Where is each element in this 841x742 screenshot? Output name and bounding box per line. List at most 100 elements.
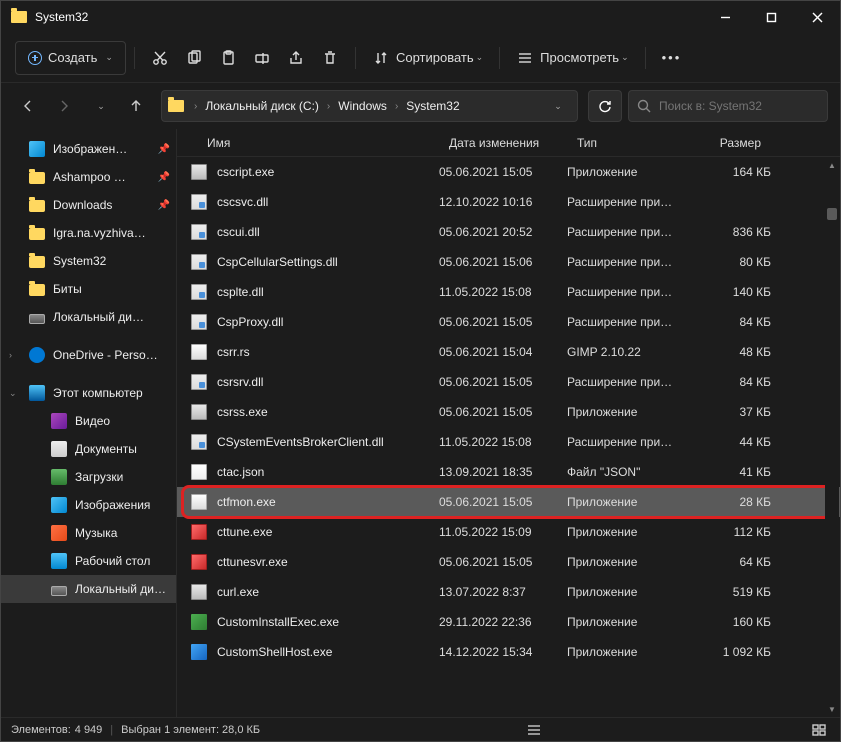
- copy-button[interactable]: [177, 41, 211, 75]
- sidebar-item[interactable]: › OneDrive - Perso…: [1, 341, 176, 369]
- cut-button[interactable]: [143, 41, 177, 75]
- sidebar: Изображен…📌 Ashampoo … 📌 Downloads📌Igra.na.…: [1, 129, 177, 717]
- sidebar-item[interactable]: Downloads📌: [1, 191, 176, 219]
- item-label: Биты: [53, 282, 82, 296]
- file-row[interactable]: curl.exe13.07.2022 8:37Приложение519 КБ: [177, 577, 840, 607]
- copy-icon: [185, 49, 203, 67]
- sidebar-item[interactable]: Рабочий стол: [1, 547, 176, 575]
- create-button[interactable]: Создать ⌄: [15, 41, 126, 75]
- file-row[interactable]: cscui.dll05.06.2021 20:52Расширение при……: [177, 217, 840, 247]
- file-size: 140 КБ: [695, 285, 771, 299]
- file-type: Расширение при…: [567, 375, 695, 389]
- file-row[interactable]: csplte.dll11.05.2022 15:08Расширение при…: [177, 277, 840, 307]
- sidebar-item[interactable]: Музыка: [1, 519, 176, 547]
- file-row[interactable]: CSystemEventsBrokerClient.dll11.05.2022 …: [177, 427, 840, 457]
- scroll-up-button[interactable]: ▲: [825, 157, 839, 173]
- file-list[interactable]: cscript.exe05.06.2021 15:05Приложение164…: [177, 157, 840, 717]
- up-button[interactable]: [121, 91, 151, 121]
- file-name: CspCellularSettings.dll: [217, 255, 439, 269]
- close-button[interactable]: [794, 1, 840, 33]
- minimize-button[interactable]: [702, 1, 748, 33]
- file-row[interactable]: ctac.json13.09.2021 18:35Файл "JSON"41 К…: [177, 457, 840, 487]
- file-name: curl.exe: [217, 585, 439, 599]
- file-row[interactable]: CspCellularSettings.dll05.06.2021 15:06Р…: [177, 247, 840, 277]
- item-icon: [29, 228, 45, 240]
- view-button[interactable]: Просмотреть ⌄: [508, 41, 636, 75]
- back-button[interactable]: [13, 91, 43, 121]
- scissors-icon: [151, 49, 169, 67]
- pin-icon: 📌: [158, 172, 170, 183]
- breadcrumb[interactable]: Локальный диск (C:): [201, 97, 323, 115]
- pin-icon: 📌: [158, 144, 170, 155]
- sidebar-item[interactable]: ⌄Этот компьютер: [1, 379, 176, 407]
- col-date[interactable]: Дата изменения: [439, 129, 567, 156]
- breadcrumb[interactable]: Windows: [334, 97, 391, 115]
- titlebar[interactable]: System32: [1, 1, 840, 33]
- file-row[interactable]: cttune.exe11.05.2022 15:09Приложение112 …: [177, 517, 840, 547]
- rename-button[interactable]: [245, 41, 279, 75]
- file-row[interactable]: ctfmon.exe05.06.2021 15:05Приложение28 К…: [177, 487, 840, 517]
- sidebar-item[interactable]: Изображен…📌: [1, 135, 176, 163]
- sidebar-item[interactable]: Изображения: [1, 491, 176, 519]
- file-row[interactable]: csrr.rs05.06.2021 15:04GIMP 2.10.2248 КБ: [177, 337, 840, 367]
- sidebar-item[interactable]: Локальный ди…: [1, 303, 176, 331]
- sort-button[interactable]: Сортировать ⌄: [364, 41, 491, 75]
- col-size[interactable]: Размер: [695, 129, 771, 156]
- breadcrumb[interactable]: System32: [402, 97, 463, 115]
- scroll-thumb[interactable]: [827, 208, 837, 220]
- file-row[interactable]: csrss.exe05.06.2021 15:05Приложение37 КБ: [177, 397, 840, 427]
- scroll-track[interactable]: [825, 173, 839, 701]
- file-date: 05.06.2021 15:05: [439, 555, 567, 569]
- file-size: 84 КБ: [695, 375, 771, 389]
- file-date: 05.06.2021 15:04: [439, 345, 567, 359]
- col-type[interactable]: Тип: [567, 129, 695, 156]
- item-label: OneDrive - Perso…: [53, 348, 158, 362]
- sidebar-item[interactable]: Видео: [1, 407, 176, 435]
- scrollbar[interactable]: ▲ ▼: [825, 157, 839, 717]
- recent-button[interactable]: ⌄: [85, 91, 115, 121]
- sidebar-item[interactable]: Документы: [1, 435, 176, 463]
- expand-icon[interactable]: ›: [9, 350, 12, 360]
- thumbnails-view-button[interactable]: [808, 721, 830, 739]
- item-label: Ashampoo …: [53, 170, 126, 184]
- expand-icon[interactable]: ⌄: [9, 388, 17, 399]
- refresh-button[interactable]: [588, 90, 622, 122]
- navbar: ⌄ › Локальный диск (C:) › Windows › Syst…: [1, 83, 840, 129]
- sidebar-item[interactable]: Локальный ди…: [1, 575, 176, 603]
- file-row[interactable]: CspProxy.dll05.06.2021 15:05Расширение п…: [177, 307, 840, 337]
- file-type: Расширение при…: [567, 255, 695, 269]
- file-row[interactable]: csrsrv.dll05.06.2021 15:05Расширение при…: [177, 367, 840, 397]
- address-bar[interactable]: › Локальный диск (C:) › Windows › System…: [161, 90, 578, 122]
- item-icon: [29, 200, 45, 212]
- selection-info: Выбран 1 элемент: 28,0 КБ: [121, 724, 260, 736]
- address-dropdown[interactable]: ⌄: [543, 92, 571, 120]
- sidebar-item[interactable]: System32: [1, 247, 176, 275]
- file-row[interactable]: cscsvc.dll12.10.2022 10:16Расширение при…: [177, 187, 840, 217]
- file-row[interactable]: CustomInstallExec.exe29.11.2022 22:36При…: [177, 607, 840, 637]
- more-button[interactable]: •••: [654, 41, 690, 75]
- file-row[interactable]: cscript.exe05.06.2021 15:05Приложение164…: [177, 157, 840, 187]
- sidebar-item[interactable]: Биты: [1, 275, 176, 303]
- sidebar-item[interactable]: Загрузки: [1, 463, 176, 491]
- file-icon: [191, 584, 207, 600]
- col-name[interactable]: Имя: [177, 129, 439, 156]
- file-row[interactable]: cttunesvr.exe05.06.2021 15:05Приложение6…: [177, 547, 840, 577]
- search-box[interactable]: [628, 90, 828, 122]
- maximize-button[interactable]: [748, 1, 794, 33]
- search-input[interactable]: [659, 99, 819, 113]
- file-row[interactable]: CustomShellHost.exe14.12.2022 15:34Прило…: [177, 637, 840, 667]
- file-type: Расширение при…: [567, 225, 695, 239]
- forward-button[interactable]: [49, 91, 79, 121]
- file-size: 112 КБ: [695, 525, 771, 539]
- folder-icon: [168, 100, 184, 112]
- file-icon: [191, 494, 207, 510]
- details-view-button[interactable]: [523, 721, 545, 739]
- sidebar-item[interactable]: Igra.na.vyzhiva…: [1, 219, 176, 247]
- paste-button[interactable]: [211, 41, 245, 75]
- delete-button[interactable]: [313, 41, 347, 75]
- share-button[interactable]: [279, 41, 313, 75]
- chevron-icon: ›: [325, 101, 332, 112]
- item-icon: [51, 497, 67, 513]
- sidebar-item[interactable]: Ashampoo … 📌: [1, 163, 176, 191]
- scroll-down-button[interactable]: ▼: [825, 701, 839, 717]
